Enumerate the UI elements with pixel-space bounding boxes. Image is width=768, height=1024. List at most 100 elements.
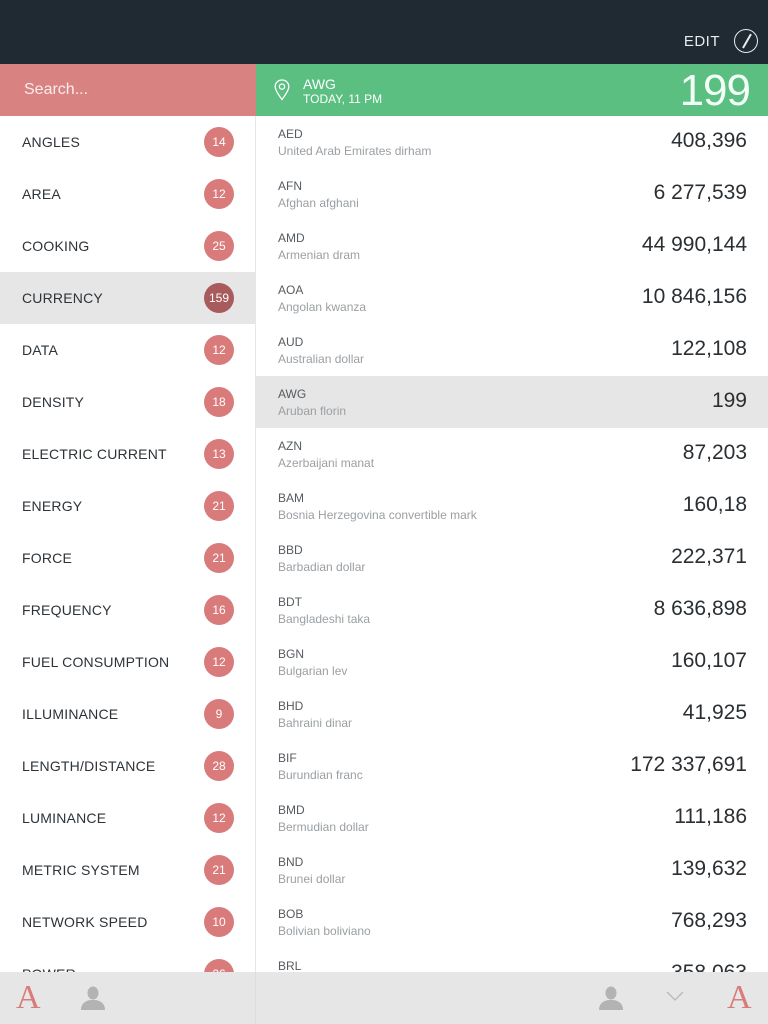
edit-button[interactable]: EDIT — [684, 28, 758, 54]
currency-code: AFN — [278, 179, 302, 193]
currency-name: Bahraini dinar — [278, 716, 353, 730]
currency-list[interactable]: AED United Arab Emirates dirham 408,396 AFN… — [256, 116, 768, 972]
currency-value: 199 — [711, 389, 747, 412]
currency-value: 358,063 — [671, 961, 747, 972]
currency-row[interactable]: BGN Bulgarian lev 160,107 — [256, 636, 768, 688]
category-item[interactable]: DATA 12 — [0, 324, 255, 376]
category-label: FREQUENCY — [22, 602, 112, 618]
category-item[interactable]: METRIC SYSTEM 21 — [0, 844, 255, 896]
font-style-icon[interactable]: A — [16, 978, 41, 1018]
currency-row[interactable]: AED United Arab Emirates dirham 408,396 — [256, 116, 768, 168]
count-badge: 13 — [204, 439, 234, 469]
count-badge: 12 — [204, 179, 234, 209]
category-item[interactable]: COOKING 25 — [0, 220, 255, 272]
currency-row[interactable]: BDT Bangladeshi taka 8 636,898 — [256, 584, 768, 636]
currency-value: 41,925 — [682, 701, 747, 724]
currency-row[interactable]: BMD Bermudian dollar 111,186 — [256, 792, 768, 844]
count-badge: 18 — [204, 387, 234, 417]
category-item[interactable]: AREA 12 — [0, 168, 255, 220]
category-item[interactable]: ANGLES 14 — [0, 116, 255, 168]
currency-row[interactable]: AUD Australian dollar 122,108 — [256, 324, 768, 376]
currency-value: 172 337,691 — [630, 753, 747, 776]
currency-value: 10 846,156 — [641, 285, 747, 308]
edit-label: EDIT — [683, 32, 720, 50]
chevron-down-icon[interactable] — [666, 990, 684, 1002]
currency-name: Aruban florin — [278, 404, 347, 418]
selected-currency-header: AWG TODAY, 11 PM 199 — [256, 64, 768, 116]
search-input[interactable] — [24, 81, 244, 99]
count-badge: 12 — [204, 647, 234, 677]
category-item[interactable]: FORCE 21 — [0, 532, 255, 584]
category-item[interactable]: LENGTH/DISTANCE 28 — [0, 740, 255, 792]
count-badge: 28 — [204, 751, 234, 781]
currency-value: 160,107 — [671, 649, 747, 672]
category-label: DATA — [22, 342, 59, 358]
category-label: ENERGY — [22, 498, 83, 514]
currency-code: AWG — [278, 387, 307, 401]
count-badge: 159 — [204, 283, 234, 313]
category-label: NETWORK SPEED — [22, 914, 148, 930]
currency-code: AMD — [278, 231, 305, 245]
currency-name: Bangladeshi taka — [278, 612, 371, 626]
currency-row[interactable]: BHD Bahraini dinar 41,925 — [256, 688, 768, 740]
currency-row[interactable]: AZN Azerbaijani manat 87,203 — [256, 428, 768, 480]
category-item[interactable]: CURRENCY 159 — [0, 272, 255, 324]
category-item[interactable]: POWER26 — [0, 948, 255, 972]
currency-value: 222,371 — [671, 545, 747, 568]
location-pin-icon — [274, 79, 290, 101]
selected-code: AWG — [303, 76, 336, 92]
category-label: COOKING — [22, 238, 90, 254]
currency-name: Armenian dram — [278, 248, 361, 262]
selected-value[interactable]: 199 — [680, 66, 751, 116]
category-item[interactable]: ENERGY 21 — [0, 480, 255, 532]
currency-code: AED — [278, 127, 303, 141]
category-item[interactable]: LUMINANCE 12 — [0, 792, 255, 844]
currency-value: 111,186 — [674, 805, 747, 828]
currency-code: BRL — [278, 959, 302, 972]
category-item[interactable]: FUEL CONSUMPTION 12 — [0, 636, 255, 688]
currency-row[interactable]: BAM Bosnia Herzegovina convertible mark 16… — [256, 480, 768, 532]
bottom-bar-right: A — [256, 972, 768, 1024]
app: EDIT AWG TODAY, 11 PM 199 ANGLES 14 AREA 12… — [0, 0, 768, 1024]
selected-timestamp: TODAY, 11 PM — [303, 92, 383, 106]
currency-row[interactable]: AWG Aruban florin 199 — [256, 376, 768, 428]
category-label: METRIC SYSTEM — [22, 862, 140, 878]
category-item[interactable]: NETWORK SPEED 10 — [0, 896, 255, 948]
currency-value: 768,293 — [671, 909, 747, 932]
category-item[interactable]: DENSITY 18 — [0, 376, 255, 428]
category-item[interactable]: ILLUMINANCE 9 — [0, 688, 255, 740]
category-label: DENSITY — [22, 394, 85, 410]
currency-name: Bermudian dollar — [278, 820, 369, 834]
category-item[interactable]: ELECTRIC CURRENT 13 — [0, 428, 255, 480]
category-label: ELECTRIC CURRENT — [22, 446, 167, 462]
currency-row[interactable]: BOB Bolivian boliviano 768,293 — [256, 896, 768, 948]
currency-name: Australian dollar — [278, 352, 365, 366]
top-bar: EDIT — [0, 0, 768, 64]
currency-code: AUD — [278, 335, 304, 349]
category-label: FUEL CONSUMPTION — [22, 654, 170, 670]
currency-row[interactable]: BND Brunei dollar 139,632 — [256, 844, 768, 896]
currency-code: BAM — [278, 491, 305, 505]
font-style-icon[interactable]: A — [727, 978, 752, 1018]
currency-row[interactable]: AFN Afghan afghani 6 277,539 — [256, 168, 768, 220]
currency-row[interactable]: BRL 358,063 — [256, 948, 768, 972]
category-label: ILLUMINANCE — [22, 706, 119, 722]
currency-row[interactable]: BIF Burundian franc 172 337,691 — [256, 740, 768, 792]
category-item[interactable]: FREQUENCY 16 — [0, 584, 255, 636]
currency-row[interactable]: AMD Armenian dram 44 990,144 — [256, 220, 768, 272]
category-list[interactable]: ANGLES 14 AREA 12 COOKING 25 CURRENCY 159 DATA 12… — [0, 116, 256, 972]
currency-value: 6 277,539 — [653, 181, 747, 204]
category-label: LENGTH/DISTANCE — [22, 758, 156, 774]
currency-name: Bolivian boliviano — [278, 924, 371, 938]
currency-row[interactable]: AOA Angolan kwanza 10 846,156 — [256, 272, 768, 324]
count-badge: 21 — [204, 491, 234, 521]
currency-name: Bosnia Herzegovina convertible mark — [278, 508, 477, 522]
count-badge: 26 — [204, 959, 234, 972]
currency-value: 87,203 — [682, 441, 747, 464]
currency-row[interactable]: BBD Barbadian dollar 222,371 — [256, 532, 768, 584]
currency-name: Burundian franc — [278, 768, 363, 782]
currency-value: 44 990,144 — [641, 233, 747, 256]
person-icon[interactable] — [598, 985, 624, 1011]
person-icon[interactable] — [80, 985, 106, 1011]
count-badge: 10 — [204, 907, 234, 937]
